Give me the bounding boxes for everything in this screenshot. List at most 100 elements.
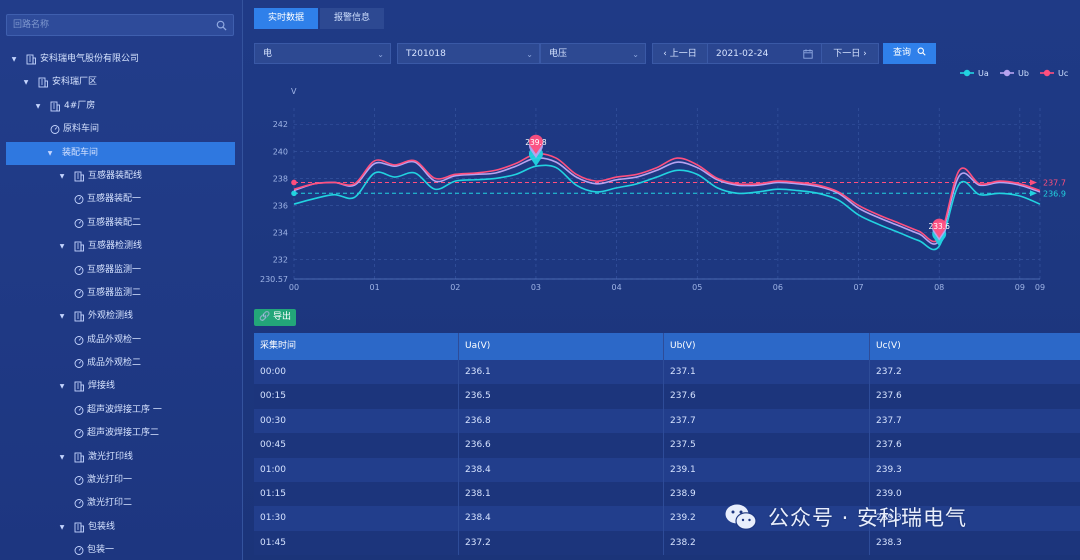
table-row: 00:00 236.1 237.1 237.2: [254, 360, 1080, 385]
cell-ub: 237.5: [664, 433, 870, 458]
date-picker[interactable]: 2021-02-24: [708, 43, 821, 64]
average-start-dot: [291, 179, 297, 186]
y-tick-label: 232: [273, 256, 288, 265]
tree-node[interactable]: 激光打印二: [0, 492, 243, 515]
series-line-ua: [293, 164, 1041, 251]
export-button[interactable]: 🔗 导出: [254, 309, 296, 326]
tree-node[interactable]: 互感器装配二: [0, 212, 243, 235]
cell-ua: 238.4: [459, 457, 664, 482]
col-header-uc: Uc(V): [876, 341, 901, 351]
query-label: 查询: [893, 48, 912, 58]
tree-node-label: 外观检测线: [88, 311, 134, 322]
y-axis-unit: V: [291, 87, 297, 96]
tree-node[interactable]: ▼ 焊接线: [0, 375, 243, 398]
cell-ua: 238.4: [459, 506, 664, 531]
caret-down-icon[interactable]: ▼: [58, 375, 66, 398]
search-input[interactable]: [7, 15, 233, 35]
tree-node-label: 安科瑞厂区: [52, 77, 98, 88]
cell-time: 00:45: [254, 433, 459, 458]
x-tick-label: 06: [773, 283, 783, 292]
legend-label: Ua: [978, 69, 989, 78]
caret-down-icon[interactable]: ▼: [34, 95, 42, 118]
caret-down-icon[interactable]: ▼: [58, 165, 66, 188]
tree-node[interactable]: 成品外观检二: [0, 352, 243, 375]
tree-node[interactable]: ▼ 4#厂房: [0, 95, 243, 118]
cell-ua: 238.1: [459, 481, 664, 507]
parameter-select[interactable]: 电压 ⌄: [540, 43, 646, 64]
tree-node[interactable]: 互感器监测一: [0, 259, 243, 282]
tree-node[interactable]: 超声波焊接工序二: [0, 422, 243, 445]
tree-node[interactable]: ▼ 装配车间: [6, 141, 235, 165]
tree-node-label: 装配车间: [62, 147, 99, 158]
building-icon: [38, 77, 48, 88]
cell-uc: 239.3: [876, 464, 902, 475]
tree-node[interactable]: 包装一: [0, 539, 243, 560]
wechat-icon: [725, 504, 757, 530]
cell-ub: 237.6: [664, 384, 870, 409]
tree-node-label: 焊接线: [88, 381, 116, 392]
tree-node[interactable]: 互感器监测二: [0, 282, 243, 305]
x-tick-label: 09: [1015, 283, 1025, 292]
cell-uc: 237.6: [876, 440, 902, 451]
caret-down-icon[interactable]: ▼: [58, 446, 66, 469]
device-select[interactable]: T201018 ⌄: [397, 43, 540, 64]
cell-ub: 239.1: [664, 457, 870, 482]
caret-down-icon[interactable]: ▼: [10, 48, 18, 71]
calendar-icon: [803, 49, 813, 59]
cell-uc: 238.3: [876, 537, 902, 548]
meter-icon: [74, 288, 84, 298]
legend-dot-ub: [1003, 69, 1011, 77]
search-icon[interactable]: [216, 20, 227, 31]
tree-node[interactable]: ▼ 互感器装配线: [0, 165, 243, 188]
prev-day-button[interactable]: ‹ 上一日: [652, 43, 708, 64]
cell-time: 00:00: [254, 360, 459, 385]
tree-node-label: 互感器检测线: [88, 241, 143, 252]
query-button[interactable]: 查询: [883, 43, 936, 64]
tree-node-label: 超声波焊接工序二: [87, 428, 160, 439]
tree-node-label: 成品外观检一: [87, 334, 142, 345]
tab-alarm-info[interactable]: 报警信息: [320, 8, 385, 29]
caret-down-icon[interactable]: ▼: [22, 71, 30, 94]
marker-value-label: 233.6: [928, 222, 950, 231]
next-day-button[interactable]: 下一日 ›: [821, 43, 879, 64]
tree-node-label: 包装线: [88, 521, 116, 532]
building-icon: [74, 311, 84, 322]
x-tick-label: 07: [853, 283, 863, 292]
tree-node[interactable]: ▼ 互感器检测线: [0, 235, 243, 258]
meter-icon: [74, 335, 84, 345]
y-tick-label: 230.57: [260, 275, 288, 284]
tree-node-label: 互感器装配二: [87, 217, 142, 228]
energy-type-select[interactable]: 电 ⌄: [254, 43, 391, 64]
caret-down-icon[interactable]: ▼: [58, 516, 66, 539]
tree-node[interactable]: 激光打印一: [0, 469, 243, 492]
chevron-down-icon: ⌄: [632, 50, 639, 59]
tree-node[interactable]: ▼ 安科瑞厂区: [0, 71, 243, 94]
building-icon: [74, 522, 84, 533]
building-icon: [50, 101, 60, 112]
tree-node[interactable]: 成品外观检一: [0, 329, 243, 352]
tree-node[interactable]: ▼ 安科瑞电气股份有限公司: [0, 48, 243, 71]
tree-node[interactable]: 原料车间: [0, 118, 243, 141]
cell-ub: 237.7: [664, 408, 870, 434]
cell-uc: 237.6: [876, 391, 902, 402]
caret-down-icon[interactable]: ▼: [58, 235, 66, 258]
tree-node-label: 互感器装配一: [87, 194, 142, 205]
series-line-ub: [293, 157, 1041, 245]
next-day-label: 下一日: [833, 49, 861, 59]
parameter-value: 电压: [549, 49, 568, 59]
tree-node[interactable]: ▼ 外观检测线: [0, 305, 243, 328]
legend-label: Uc: [1058, 69, 1068, 78]
building-icon: [74, 171, 84, 182]
cell-uc: 237.2: [876, 367, 902, 377]
tree-node[interactable]: ▼ 包装线: [0, 516, 243, 539]
tree-node-label: 互感器装配线: [88, 170, 143, 181]
tree-node[interactable]: 超声波焊接工序 一: [0, 399, 243, 422]
tree-node-label: 原料车间: [63, 124, 100, 135]
tree-node[interactable]: 互感器装配一: [0, 188, 243, 211]
tab-realtime-data[interactable]: 实时数据: [254, 8, 319, 29]
tree-node[interactable]: ▼ 激光打印线: [0, 446, 243, 469]
caret-down-icon[interactable]: ▼: [58, 305, 66, 328]
caret-down-icon[interactable]: ▼: [46, 142, 54, 165]
watermark-text: 公众号 · 安科瑞电气: [768, 506, 968, 530]
col-header-ub: Ub(V): [664, 333, 870, 360]
